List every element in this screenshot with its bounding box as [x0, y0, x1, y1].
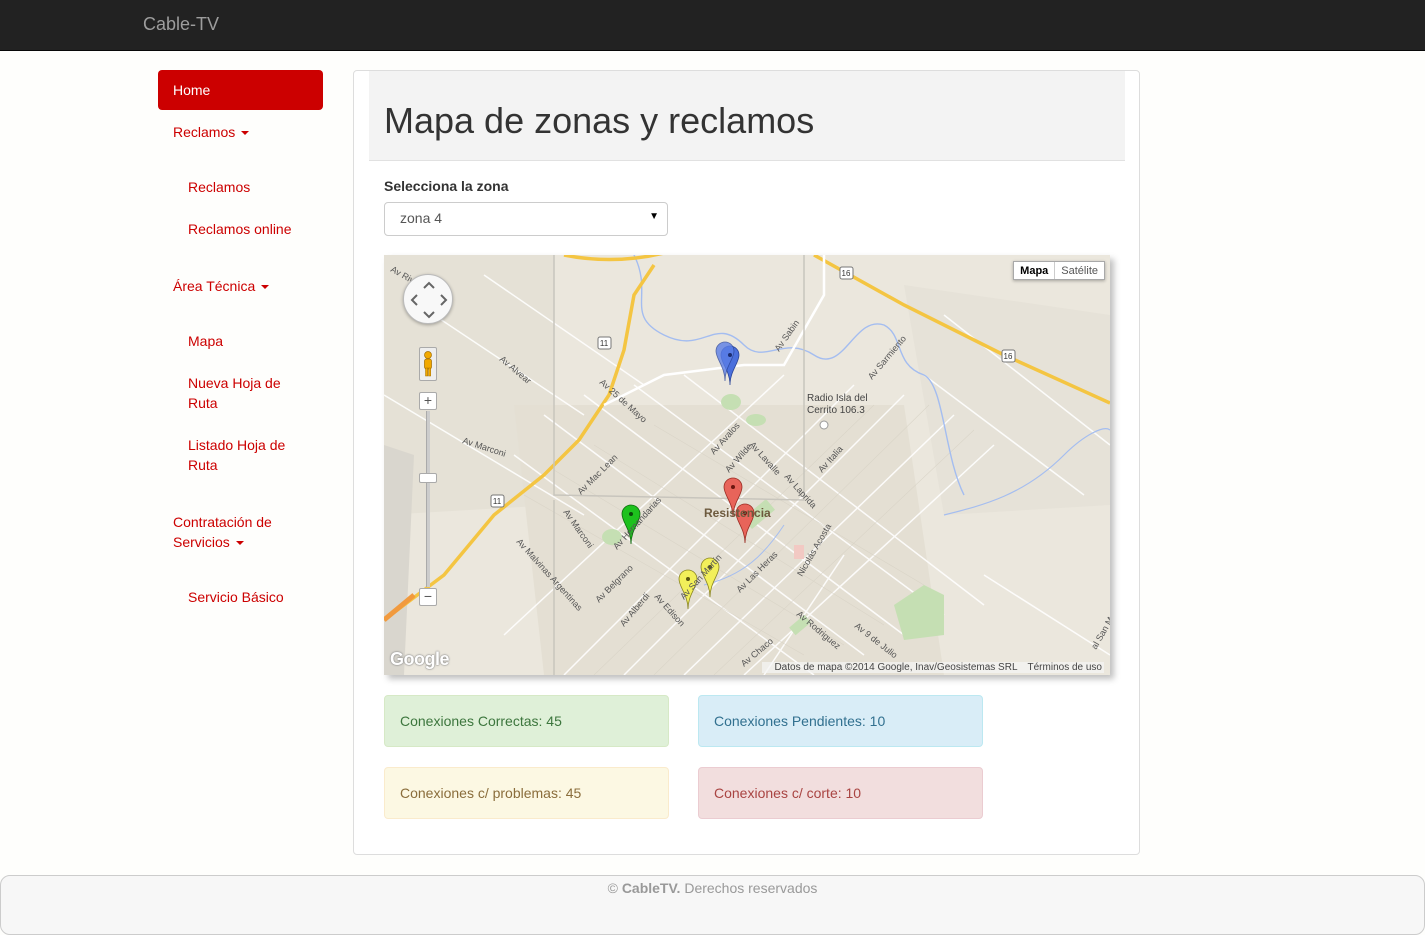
map-poi-label: Radio Isla del Cerrito 106.3 — [807, 393, 868, 416]
page-header: Mapa de zonas y reclamos — [369, 71, 1125, 161]
stat-conexiones-corte: Conexiones c/ corte: 10 — [698, 767, 983, 819]
zone-select[interactable]: zona 4 ▼ — [384, 202, 668, 236]
sidebar-item-servicio-basico[interactable]: Servicio Básico — [188, 587, 284, 607]
sidebar-item-area-tecnica-dropdown[interactable]: Área Técnica — [173, 276, 270, 296]
zone-map[interactable]: Av Riv Av Alvear Av 25 de Mayo Av Marcon… — [384, 255, 1110, 675]
caret-down-icon — [241, 131, 250, 136]
brand-link[interactable]: Cable-TV — [143, 14, 219, 35]
footer-brand: CableTV. — [621, 880, 681, 896]
map-canvas: Av Riv Av Alvear Av 25 de Mayo Av Marcon… — [384, 255, 1110, 675]
footer-rights: Derechos reservados — [684, 880, 818, 896]
copyright-symbol: © — [607, 880, 618, 896]
zoom-in-button[interactable]: + — [419, 392, 437, 410]
sidebar-item-mapa[interactable]: Mapa — [188, 331, 223, 351]
top-navbar: Cable-TV — [0, 0, 1425, 51]
svg-text:16: 16 — [842, 269, 851, 278]
sidebar-item-reclamos-dropdown[interactable]: Reclamos — [173, 122, 250, 142]
sidebar-item-contratacion-dropdown[interactable]: Contratación de Servicios — [173, 512, 303, 552]
map-terms-link[interactable]: Términos de uso — [1028, 662, 1102, 673]
stat-conexiones-pendientes: Conexiones Pendientes: 10 — [698, 695, 983, 747]
sidebar-item-home[interactable]: Home — [158, 70, 323, 110]
page-title: Mapa de zonas y reclamos — [384, 100, 815, 141]
footer-text: © CableTV. Derechos reservados — [1, 880, 1424, 896]
sidebar-item-label: Área Técnica — [173, 278, 256, 294]
pan-control[interactable] — [403, 274, 453, 324]
map-attribution-text: Datos de mapa ©2014 Google, Inav/Geosist… — [774, 662, 1018, 673]
map-type-satellite-button[interactable]: Satélite — [1055, 262, 1104, 279]
map-type-control: Mapa Satélite — [1013, 261, 1105, 280]
zoom-slider-handle[interactable] — [419, 473, 437, 483]
sidebar-item-listado-hoja-de-ruta[interactable]: Listado Hoja de Ruta — [188, 435, 308, 475]
sidebar-item-label: Reclamos — [173, 124, 236, 140]
zone-select-value: zona 4 — [400, 210, 443, 226]
zoom-out-button[interactable]: − — [419, 588, 437, 606]
street-view-pegman-icon[interactable] — [419, 347, 437, 381]
google-logo: Google — [390, 649, 450, 669]
sidebar-item-reclamos[interactable]: Reclamos — [188, 177, 250, 197]
zone-select-label: Selecciona la zona — [384, 178, 509, 194]
caret-down-icon — [235, 541, 244, 546]
map-attribution: Datos de mapa ©2014 Google, Inav/Geosist… — [762, 662, 1104, 673]
svg-text:11: 11 — [600, 339, 609, 348]
svg-text:11: 11 — [493, 497, 502, 506]
zoom-slider-track[interactable] — [426, 411, 430, 587]
pan-arrows-icon — [410, 281, 448, 319]
stat-conexiones-problemas: Conexiones c/ problemas: 45 — [384, 767, 669, 819]
map-city-label: Resistencia — [704, 506, 771, 520]
caret-down-icon — [261, 285, 270, 290]
footer: © CableTV. Derechos reservados — [0, 875, 1425, 935]
sidebar-item-nueva-hoja-de-ruta[interactable]: Nueva Hoja de Ruta — [188, 373, 308, 413]
stat-conexiones-correctas: Conexiones Correctas: 45 — [384, 695, 669, 747]
sidebar-item-reclamos-online[interactable]: Reclamos online — [188, 219, 292, 239]
svg-text:16: 16 — [1004, 352, 1013, 361]
main-panel: Mapa de zonas y reclamos Selecciona la z… — [353, 70, 1140, 855]
dropdown-arrow-icon: ▼ — [649, 211, 659, 222]
map-type-map-button[interactable]: Mapa — [1014, 262, 1056, 279]
sidebar-item-label: Contratación de Servicios — [173, 514, 272, 550]
